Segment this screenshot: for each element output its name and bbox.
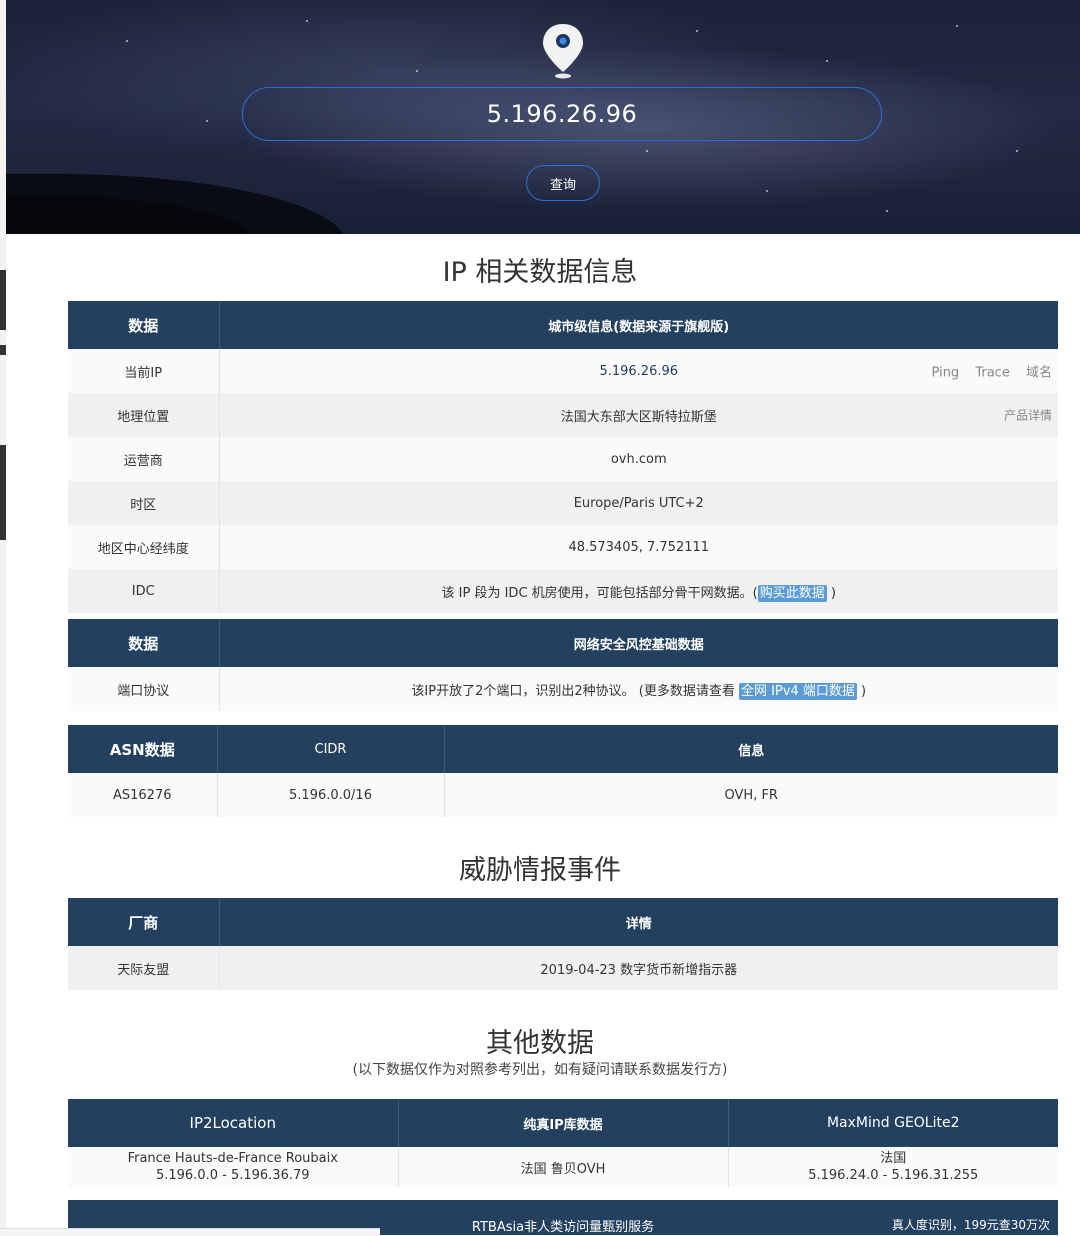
section-title-ip-info: IP 相关数据信息 <box>442 257 638 288</box>
isp-value: ovh.com <box>219 437 1058 481</box>
column-header: MaxMind GEOLite2 <box>728 1099 1058 1147</box>
row-label: 端口协议 <box>68 667 220 711</box>
table-row: IDC 该 IP 段为 IDC 机房使用，可能包括部分骨干网数据。(购买此数据 … <box>68 569 1058 613</box>
table-row: 地区中心经纬度 48.573405, 7.752111 <box>68 525 1058 569</box>
location-pin-icon <box>543 24 583 79</box>
ip2location-range: 5.196.0.0 - 5.196.36.79 <box>155 1168 310 1183</box>
idc-suffix: ) <box>826 585 836 601</box>
port-text: 该IP开放了2个端口，识别出2种协议。 (更多数据请查看 <box>411 683 739 699</box>
rtbasia-offer: 真人度识别，199元查30万次 <box>891 1218 1050 1232</box>
column-header: 纯真IP库数据 <box>398 1099 729 1147</box>
column-header: CIDR <box>217 725 445 773</box>
column-header: 数据 <box>68 619 220 667</box>
row-label: 当前IP <box>68 349 220 393</box>
column-header: 信息 <box>444 725 1058 773</box>
idc-value-cell: 该 IP 段为 IDC 机房使用，可能包括部分骨干网数据。(购买此数据 ) <box>219 569 1058 613</box>
threat-detail-value: 2019-04-23 数字货币新增指示器 <box>219 946 1058 990</box>
column-header: ASN数据 <box>68 725 218 773</box>
buy-data-link[interactable]: 购买此数据 <box>757 584 827 602</box>
column-header: 城市级信息(数据来源于旗舰版) <box>219 301 1058 349</box>
cidr-value: 5.196.0.0/16 <box>217 773 445 817</box>
product-detail-link[interactable]: 产品详情 <box>1004 407 1052 424</box>
security-table: 数据 网络安全风控基础数据 端口协议 该IP开放了2个端口，识别出2种协议。 (… <box>68 619 1058 711</box>
ipv4-port-data-link[interactable]: 全网 IPv4 端口数据 <box>738 682 857 700</box>
maxmind-cell: 法国 5.196.24.0 - 5.196.31.255 <box>728 1147 1058 1187</box>
section-title-threat: 威胁情报事件 <box>459 855 621 886</box>
table-row: 地理位置 法国大东部大区斯特拉斯堡 产品详情 <box>68 393 1058 437</box>
row-value-cell: 法国大东部大区斯特拉斯堡 产品详情 <box>219 393 1058 437</box>
current-ip-value: 5.196.26.96 <box>599 363 679 379</box>
column-header: 网络安全风控基础数据 <box>219 619 1058 667</box>
threat-table: 厂商 详情 天际友盟 2019-04-23 数字货币新增指示器 <box>68 898 1058 990</box>
row-label: 时区 <box>68 481 220 525</box>
maxmind-location: 法国 <box>880 1151 907 1166</box>
vendor-value: 天际友盟 <box>68 946 220 990</box>
query-button[interactable]: 查询 <box>526 165 600 201</box>
qqwry-cell: 法国 鲁贝OVH <box>398 1147 729 1187</box>
column-header: 数据 <box>68 301 220 349</box>
asn-table: ASN数据 CIDR 信息 AS16276 5.196.0.0/16 OVH, … <box>68 725 1058 817</box>
location-value: 法国大东部大区斯特拉斯堡 <box>560 409 717 425</box>
row-label: 运营商 <box>68 437 220 481</box>
ip-tools-links: Ping Trace 域名 <box>920 362 1052 381</box>
row-label: 地理位置 <box>68 393 220 437</box>
qqwry-location: 法国 鲁贝OVH <box>520 1161 606 1177</box>
asn-value: AS16276 <box>68 773 218 817</box>
ip2location-cell: France Hauts-de-France Roubaix 5.196.0.0… <box>68 1147 399 1187</box>
ip2location-location: France Hauts-de-France Roubaix <box>127 1151 338 1166</box>
table-row: France Hauts-de-France Roubaix 5.196.0.0… <box>68 1147 1058 1187</box>
asn-info-value: OVH, FR <box>444 773 1058 817</box>
other-data-note: (以下数据仅作为对照参考列出，如有疑问请联系数据发行方) <box>352 1062 728 1078</box>
row-value-cell: 5.196.26.96 Ping Trace 域名 <box>219 349 1058 393</box>
trace-link[interactable]: Trace <box>975 366 1010 381</box>
ip-search-input[interactable]: 5.196.26.96 <box>242 87 882 141</box>
other-data-table: IP2Location 纯真IP库数据 MaxMind GEOLite2 Fra… <box>68 1099 1058 1187</box>
table-row: 当前IP 5.196.26.96 Ping Trace 域名 <box>68 349 1058 393</box>
table-row: 端口协议 该IP开放了2个端口，识别出2种协议。 (更多数据请查看 全网 IPv… <box>68 667 1058 711</box>
row-label: 地区中心经纬度 <box>68 525 220 569</box>
ping-link[interactable]: Ping <box>932 366 960 381</box>
table-row: 时区 Europe/Paris UTC+2 <box>68 481 1058 525</box>
city-info-table: 数据 城市级信息(数据来源于旗舰版) 当前IP 5.196.26.96 Ping… <box>68 301 1058 613</box>
idc-text: 该 IP 段为 IDC 机房使用，可能包括部分骨干网数据。( <box>441 585 758 601</box>
column-header: IP2Location <box>68 1099 399 1147</box>
port-suffix: ) <box>856 683 867 699</box>
column-header: 详情 <box>219 898 1058 946</box>
maxmind-range: 5.196.24.0 - 5.196.31.255 <box>808 1168 979 1183</box>
row-label: IDC <box>68 569 220 613</box>
coordinates-value: 48.573405, 7.752111 <box>219 525 1058 569</box>
edge-mark <box>0 445 6 540</box>
port-protocol-cell: 该IP开放了2个端口，识别出2种协议。 (更多数据请查看 全网 IPv4 端口数… <box>219 667 1058 711</box>
timezone-value: Europe/Paris UTC+2 <box>219 481 1058 525</box>
column-header: 厂商 <box>68 898 220 946</box>
table-row: 运营商 ovh.com <box>68 437 1058 481</box>
domain-link[interactable]: 域名 <box>1026 366 1052 381</box>
table-row: AS16276 5.196.0.0/16 OVH, FR <box>68 773 1058 817</box>
table-row: 天际友盟 2019-04-23 数字货币新增指示器 <box>68 946 1058 990</box>
section-title-other: 其他数据 <box>486 1028 594 1059</box>
edge-mark <box>0 345 6 355</box>
